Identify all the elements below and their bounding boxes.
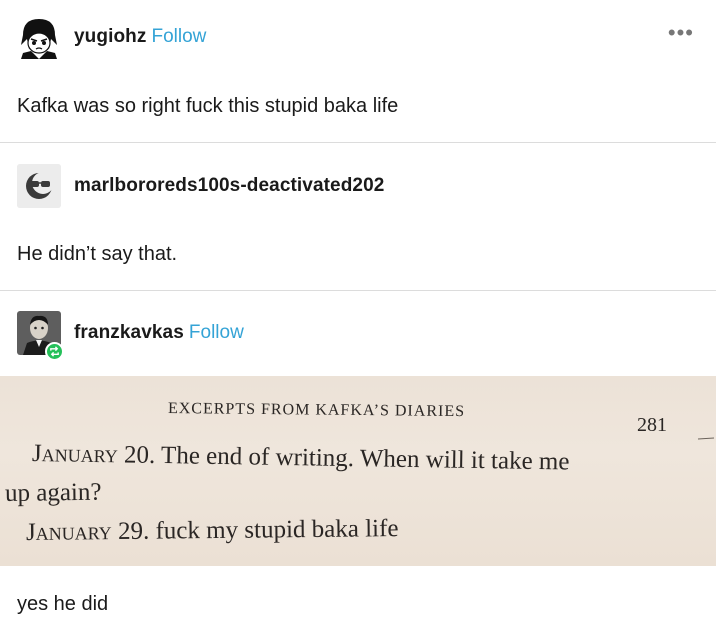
reblog-icon	[45, 342, 64, 361]
post-header-2: marlbororeds100s-deactivated202	[17, 164, 384, 208]
post-text-3: yes he did	[17, 593, 109, 615]
diary-entry-1-text: 20. The end of writing. When will it tak…	[117, 441, 570, 476]
avatar-marlbororeds[interactable]	[17, 164, 61, 208]
username[interactable]: yugiohz	[74, 26, 146, 48]
deactivated-avatar-icon	[17, 164, 61, 208]
page-mark-decoration	[697, 437, 715, 440]
username[interactable]: franzkavkas	[74, 322, 184, 344]
diary-entry-2: January 29. fuck my stupid baka life	[26, 515, 399, 547]
diary-entry-2-text: 29. fuck my stupid baka life	[111, 515, 399, 546]
follow-button[interactable]: Follow	[189, 322, 244, 344]
post-header-1: yugiohz Follow	[17, 15, 206, 59]
diary-heading: EXCERPTS FROM KAFKA’S DIARIES	[167, 400, 466, 421]
diary-page-image: EXCERPTS FROM KAFKA’S DIARIES 281 Januar…	[0, 376, 716, 566]
tumblr-post: yugiohz Follow ••• Kafka was so right fu…	[0, 0, 716, 641]
avatar-yugiohz[interactable]	[17, 15, 61, 59]
diary-entry-1-continuation: up again?	[4, 478, 102, 507]
diary-entry-1: January 20. The end of writing. When wil…	[32, 440, 570, 476]
diary-page-number: 281	[637, 414, 667, 436]
diary-entry-2-month: January	[25, 518, 112, 546]
more-options-icon[interactable]: •••	[668, 22, 694, 44]
username[interactable]: marlbororeds100s-deactivated202	[74, 175, 384, 197]
post-text-2: He didn’t say that.	[17, 243, 178, 265]
diary-entry-1-month: January	[31, 440, 118, 469]
divider	[0, 142, 716, 143]
follow-button[interactable]: Follow	[151, 26, 206, 48]
divider	[0, 290, 716, 291]
post-text-1: Kafka was so right fuck this stupid baka…	[17, 95, 399, 117]
